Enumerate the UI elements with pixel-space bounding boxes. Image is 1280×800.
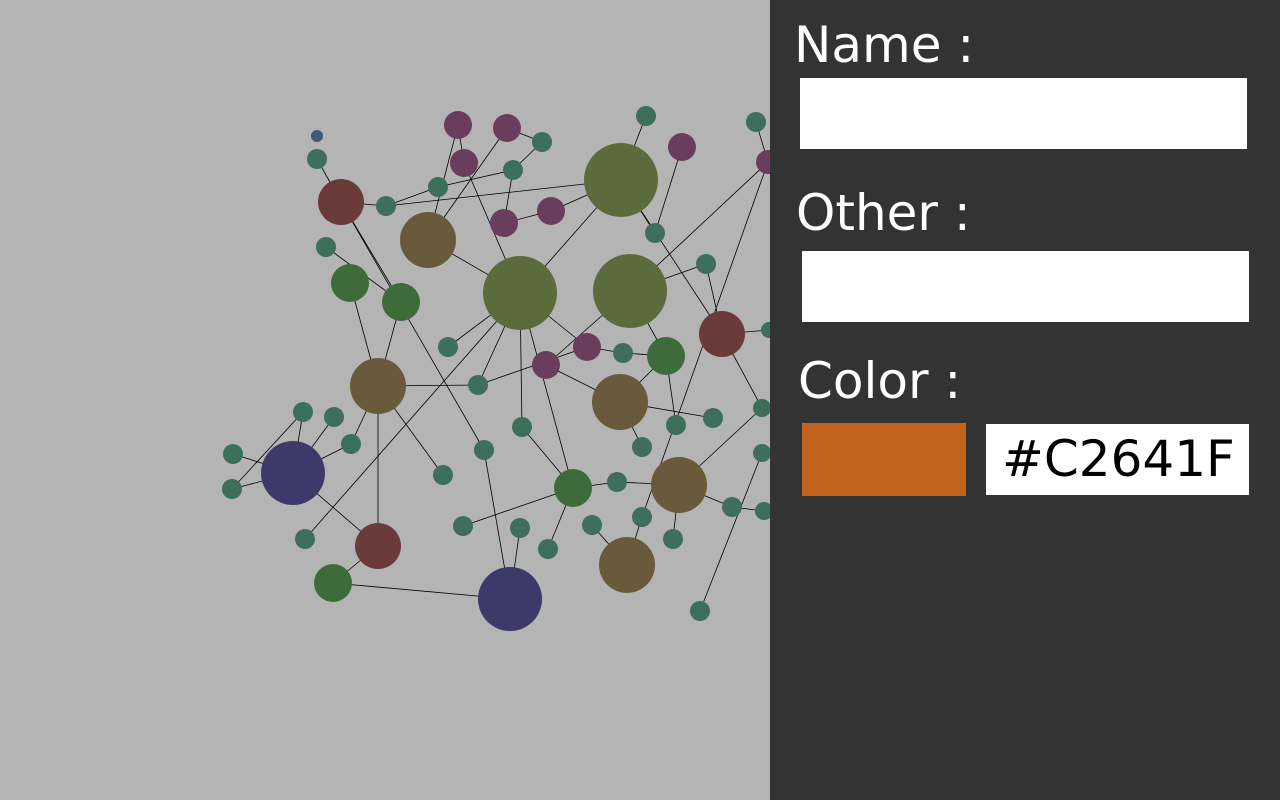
graph-node[interactable]: [478, 567, 542, 631]
graph-edge: [699, 452, 763, 612]
graph-node[interactable]: [645, 223, 665, 243]
graph-node[interactable]: [554, 469, 592, 507]
graph-node[interactable]: [223, 444, 243, 464]
color-label: Color :: [798, 352, 962, 410]
graph-node[interactable]: [474, 440, 494, 460]
graph-node[interactable]: [428, 177, 448, 197]
graph-node[interactable]: [593, 254, 667, 328]
graph-node[interactable]: [400, 212, 456, 268]
graph-node[interactable]: [761, 322, 770, 338]
graph-node[interactable]: [314, 564, 352, 602]
graph-node[interactable]: [376, 196, 396, 216]
graph-node[interactable]: [753, 444, 770, 462]
graph-node[interactable]: [438, 337, 458, 357]
graph-node[interactable]: [668, 133, 696, 161]
network-graph[interactable]: [0, 0, 770, 800]
graph-node[interactable]: [341, 434, 361, 454]
graph-node[interactable]: [537, 197, 565, 225]
network-graph-canvas[interactable]: [0, 0, 770, 800]
graph-node[interactable]: [584, 143, 658, 217]
graph-node[interactable]: [444, 111, 472, 139]
graph-node[interactable]: [261, 441, 325, 505]
graph-node[interactable]: [293, 402, 313, 422]
name-input[interactable]: [800, 78, 1247, 149]
other-label: Other :: [796, 184, 971, 242]
graph-node[interactable]: [666, 415, 686, 435]
graph-node[interactable]: [532, 351, 560, 379]
graph-node[interactable]: [582, 515, 602, 535]
graph-node[interactable]: [324, 407, 344, 427]
graph-node[interactable]: [756, 150, 770, 174]
node-properties-panel: Name : Other : Color : #C2641F: [770, 0, 1280, 800]
name-label: Name :: [794, 16, 975, 74]
graph-node[interactable]: [663, 529, 683, 549]
graph-node[interactable]: [450, 149, 478, 177]
graph-node[interactable]: [532, 132, 552, 152]
graph-node[interactable]: [632, 437, 652, 457]
graph-node[interactable]: [468, 375, 488, 395]
graph-node[interactable]: [350, 358, 406, 414]
graph-node[interactable]: [307, 149, 327, 169]
graph-node[interactable]: [703, 408, 723, 428]
color-hex-input[interactable]: #C2641F: [986, 424, 1249, 495]
graph-node[interactable]: [632, 507, 652, 527]
graph-node[interactable]: [722, 497, 742, 517]
graph-node[interactable]: [503, 160, 523, 180]
graph-node[interactable]: [311, 130, 323, 142]
graph-node[interactable]: [573, 333, 601, 361]
graph-node[interactable]: [599, 537, 655, 593]
graph-node[interactable]: [512, 417, 532, 437]
graph-node[interactable]: [331, 264, 369, 302]
color-swatch[interactable]: [802, 423, 966, 496]
graph-node[interactable]: [636, 106, 656, 126]
graph-node[interactable]: [222, 479, 242, 499]
graph-node[interactable]: [647, 337, 685, 375]
graph-node[interactable]: [592, 374, 648, 430]
graph-node[interactable]: [483, 256, 557, 330]
graph-node[interactable]: [493, 114, 521, 142]
graph-node[interactable]: [453, 516, 473, 536]
graph-node[interactable]: [696, 254, 716, 274]
graph-node[interactable]: [607, 472, 627, 492]
graph-node[interactable]: [318, 179, 364, 225]
graph-node[interactable]: [382, 283, 420, 321]
graph-node[interactable]: [755, 502, 770, 520]
graph-node[interactable]: [651, 457, 707, 513]
graph-node[interactable]: [490, 209, 518, 237]
graph-node[interactable]: [316, 237, 336, 257]
other-input[interactable]: [802, 251, 1249, 322]
graph-node[interactable]: [746, 112, 766, 132]
graph-node[interactable]: [690, 601, 710, 621]
graph-node[interactable]: [355, 523, 401, 569]
graph-node[interactable]: [613, 343, 633, 363]
graph-node[interactable]: [295, 529, 315, 549]
graph-node[interactable]: [510, 518, 530, 538]
graph-node[interactable]: [538, 539, 558, 559]
graph-node[interactable]: [699, 311, 745, 357]
graph-node[interactable]: [433, 465, 453, 485]
